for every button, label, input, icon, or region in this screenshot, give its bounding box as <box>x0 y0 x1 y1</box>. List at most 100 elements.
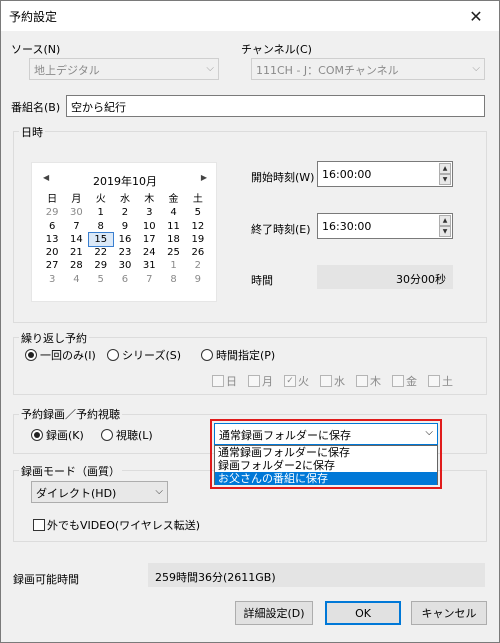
calendar-day[interactable]: 8 <box>161 273 185 286</box>
day-checkbox-sun[interactable]: 日 <box>212 373 237 389</box>
calendar-day[interactable]: 4 <box>161 206 185 219</box>
calendar: ◀ 2019年10月 ▶ 日 月 火 水 木 金 土 29 30 1 2 3 4… <box>31 162 217 302</box>
calendar-day[interactable]: 11 <box>161 220 185 233</box>
spin-up-icon[interactable]: ▲ <box>439 215 451 226</box>
calendar-day[interactable]: 1 <box>161 259 185 272</box>
calendar-day[interactable]: 28 <box>64 259 88 272</box>
radio-checked-icon <box>25 349 37 361</box>
channel-select[interactable]: 111CH - J：COMチャンネル ⌵ <box>251 58 485 80</box>
end-time-spinner: ▲ ▼ <box>439 215 451 237</box>
checkbox-icon <box>212 375 224 387</box>
calendar-day[interactable]: 3 <box>137 206 161 219</box>
day-label: 水 <box>334 375 345 388</box>
details-button[interactable]: 詳細設定(D) <box>235 601 313 625</box>
folder-option-highlighted[interactable]: お父さんの番組に保存 <box>215 472 437 485</box>
folder-option[interactable]: 録画フォルダー2に保存 <box>215 459 437 472</box>
record-mode-select[interactable]: ダイレクト(HD) ⌵ <box>31 481 168 503</box>
calendar-week: 6 7 8 9 10 11 12 <box>40 220 210 233</box>
day-checkbox-tue[interactable]: ✓ 火 <box>284 373 309 389</box>
repeat-timed-radio[interactable]: 時間指定(P) <box>201 347 275 363</box>
checkbox-icon <box>392 375 404 387</box>
folder-selected-value: 通常録画フォルダーに保存 <box>219 429 351 442</box>
calendar-day[interactable]: 27 <box>40 259 64 272</box>
folder-option[interactable]: 通常録画フォルダーに保存 <box>215 446 437 459</box>
calendar-day[interactable]: 10 <box>137 220 161 233</box>
calendar-day[interactable]: 22 <box>89 246 113 259</box>
calendar-day[interactable]: 2 <box>186 259 210 272</box>
calendar-day[interactable]: 7 <box>64 220 88 233</box>
calendar-day[interactable]: 30 <box>64 206 88 219</box>
spin-up-icon[interactable]: ▲ <box>439 163 451 174</box>
chevron-down-icon: ⌵ <box>425 427 433 438</box>
view-radio[interactable]: 視聴(L) <box>101 427 153 443</box>
day-checkbox-sat[interactable]: 土 <box>428 373 453 389</box>
calendar-day[interactable]: 1 <box>89 206 113 219</box>
calendar-day[interactable]: 18 <box>161 233 185 246</box>
day-checkbox-wed[interactable]: 水 <box>320 373 345 389</box>
calendar-day[interactable]: 12 <box>186 220 210 233</box>
calendar-day[interactable]: 19 <box>186 233 210 246</box>
end-time-label: 終了時刻(E) <box>251 223 311 236</box>
ok-button[interactable]: OK <box>325 601 401 625</box>
calendar-day[interactable]: 23 <box>113 246 137 259</box>
calendar-day[interactable]: 14 <box>64 233 88 246</box>
weekday-label: 火 <box>95 194 106 205</box>
calendar-day[interactable]: 26 <box>186 246 210 259</box>
calendar-day[interactable]: 7 <box>137 273 161 286</box>
title-bar: 予約設定 ✕ <box>1 1 499 31</box>
calendar-day[interactable]: 6 <box>40 220 64 233</box>
duration-value: 30分00秒 <box>317 265 453 289</box>
cancel-button[interactable]: キャンセル <box>411 601 487 625</box>
available-time-label: 録画可能時間 <box>13 573 79 586</box>
next-month-icon[interactable]: ▶ <box>201 173 207 182</box>
calendar-day[interactable]: 4 <box>64 273 88 286</box>
folder-select[interactable]: 通常録画フォルダーに保存 ⌵ <box>214 423 438 445</box>
spin-down-icon[interactable]: ▼ <box>439 174 451 185</box>
repeat-once-radio[interactable]: 一回のみ(I) <box>25 347 96 363</box>
weekday-label: 土 <box>192 194 203 205</box>
calendar-day[interactable]: 25 <box>161 246 185 259</box>
calendar-header: ◀ 2019年10月 ▶ <box>32 173 218 189</box>
day-checkbox-mon[interactable]: 月 <box>248 373 273 389</box>
calendar-day[interactable]: 5 <box>89 273 113 286</box>
calendar-day[interactable]: 29 <box>89 259 113 272</box>
spin-down-icon[interactable]: ▼ <box>439 226 451 237</box>
calendar-day[interactable]: 24 <box>137 246 161 259</box>
calendar-day[interactable]: 6 <box>113 273 137 286</box>
source-select[interactable]: 地上デジタル ⌵ <box>29 58 219 80</box>
window-title: 予約設定 <box>9 10 58 24</box>
calendar-day[interactable]: 30 <box>113 259 137 272</box>
calendar-grid: 日 月 火 水 木 金 土 29 30 1 2 3 4 5 6 7 8 9 10… <box>40 193 210 286</box>
repeat-series-radio[interactable]: シリーズ(S) <box>107 347 181 363</box>
weekday-row: 日 月 火 水 木 金 土 <box>40 193 210 206</box>
close-icon[interactable]: ✕ <box>453 1 499 31</box>
reservation-dialog: 予約設定 ✕ ソース(N) 地上デジタル ⌵ チャンネル(C) 111CH - … <box>0 0 500 643</box>
calendar-day[interactable]: 17 <box>137 233 161 246</box>
program-name-input[interactable]: 空から紀行 <box>66 95 485 117</box>
calendar-day[interactable]: 3 <box>40 273 64 286</box>
calendar-day[interactable]: 13 <box>40 233 64 246</box>
calendar-day[interactable]: 9 <box>113 220 137 233</box>
day-checkbox-thu[interactable]: 木 <box>356 373 381 389</box>
calendar-day[interactable]: 20 <box>40 246 64 259</box>
calendar-day[interactable]: 21 <box>64 246 88 259</box>
calendar-day[interactable]: 16 <box>113 233 137 246</box>
record-radio[interactable]: 録画(K) <box>31 427 84 443</box>
calendar-day-selected[interactable]: 15 <box>87 231 114 248</box>
folder-dropdown-highlight: 通常録画フォルダーに保存 ⌵ 通常録画フォルダーに保存 録画フォルダー2に保存 … <box>210 419 442 489</box>
calendar-day[interactable]: 2 <box>113 206 137 219</box>
calendar-day[interactable]: 8 <box>89 220 113 233</box>
datetime-group-title: 日時 <box>19 124 45 140</box>
day-checkbox-fri[interactable]: 金 <box>392 373 417 389</box>
end-time-input[interactable]: 16:30:00 ▲ ▼ <box>317 213 453 239</box>
outside-video-checkbox[interactable]: 外でもVIDEO(ワイヤレス転送) <box>33 517 200 533</box>
radio-unchecked-icon <box>201 349 213 361</box>
calendar-day[interactable]: 5 <box>186 206 210 219</box>
calendar-day[interactable]: 31 <box>137 259 161 272</box>
day-label: 月 <box>262 375 273 388</box>
calendar-day[interactable]: 9 <box>186 273 210 286</box>
start-time-input[interactable]: 16:00:00 ▲ ▼ <box>317 161 453 187</box>
checkbox-icon <box>320 375 332 387</box>
record-view-group-title: 予約録画／予約視聴 <box>19 406 122 422</box>
calendar-day[interactable]: 29 <box>40 206 64 219</box>
